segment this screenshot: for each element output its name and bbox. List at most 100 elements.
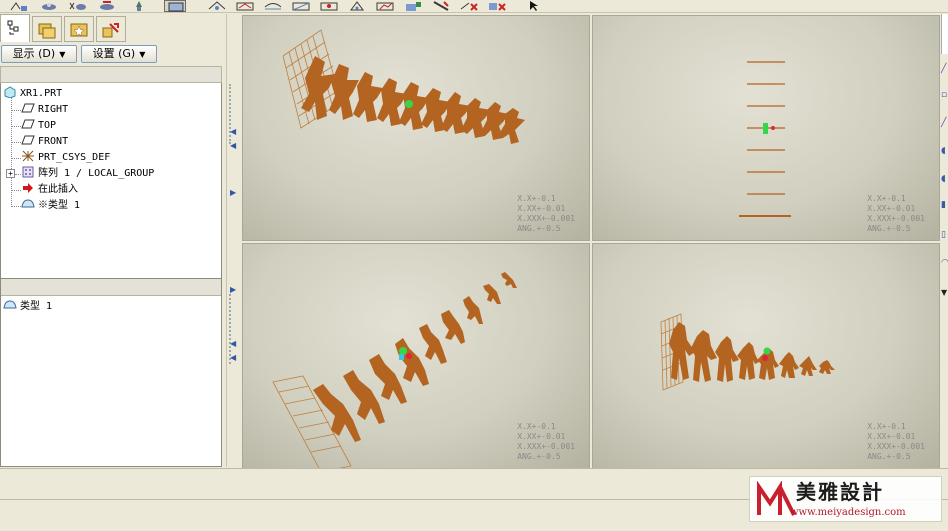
tree-connector — [11, 110, 21, 111]
viewport-bottom-right[interactable]: X.X+-0.1 X.XX+-0.01 X.XXX+-0.001 ANG.+-0… — [592, 243, 940, 469]
chevron-down-icon[interactable]: ▼ — [941, 288, 948, 298]
graphics-area[interactable]: X.X+-0.1 X.XX+-0.01 X.XXX+-0.001 ANG.+-0… — [240, 14, 940, 469]
feature-toolbar: ╱ ▫ ╱ ◖ ◖ ▮ ▯ ◠ ▼ — [940, 14, 948, 468]
toolbar-button[interactable] — [262, 0, 284, 12]
expand-toggle[interactable]: + — [6, 169, 15, 178]
tree-item-front[interactable]: FRONT — [21, 134, 68, 150]
toolbar-button[interactable]: ◖ — [941, 174, 948, 184]
toolbar-button[interactable]: ▯ — [941, 230, 948, 240]
csys-marker — [771, 126, 775, 130]
tolerance-line: X.XX+-0.01 — [517, 204, 566, 213]
toolbar-button[interactable] — [346, 0, 368, 12]
figure-sequence — [313, 272, 517, 442]
tolerance-legend: X.X+-0.1 X.XX+-0.01 X.XXX+-0.001 ANG.+-0… — [517, 422, 575, 462]
show-dropdown-label: 显示 (D) — [12, 47, 56, 60]
toolbar-button[interactable] — [290, 0, 312, 12]
tab-folder-browser[interactable] — [32, 16, 62, 42]
tolerance-line: X.X+-0.1 — [867, 422, 906, 431]
toolbar-button[interactable]: ◠ — [941, 258, 948, 268]
folder-icon — [38, 23, 56, 39]
tree-column-header[interactable] — [0, 66, 222, 83]
collapse-left-icon[interactable]: ◀ — [230, 142, 238, 150]
figure-sequence — [669, 322, 835, 382]
part-icon — [3, 86, 17, 98]
watermark-url: www.meiyadesign.com — [790, 507, 906, 518]
toolbar-button[interactable] — [66, 0, 88, 12]
list-item-surface[interactable]: 类型 1 — [3, 299, 52, 315]
expand-right-icon[interactable]: ▶ — [230, 286, 238, 294]
tolerance-legend: X.X+-0.1 X.XX+-0.01 X.XXX+-0.001 ANG.+-0… — [867, 194, 925, 234]
favorites-icon — [70, 23, 88, 37]
datum-plane-icon — [21, 134, 35, 146]
detail-list-header[interactable] — [1, 279, 221, 296]
tree-item-top[interactable]: TOP — [21, 118, 56, 134]
toolbar-button[interactable] — [430, 0, 452, 12]
tree-item-pattern[interactable]: + 阵列 1 / LOCAL_GROUP — [6, 166, 154, 182]
toolbar-button[interactable] — [96, 0, 118, 12]
toolbar-button[interactable]: ╱ — [941, 118, 948, 128]
figure-sequence — [301, 56, 525, 144]
tree-connector — [11, 190, 21, 191]
tree-item-part[interactable]: XR1.PRT — [3, 86, 62, 102]
collapse-left-icon[interactable]: ◀ — [230, 340, 238, 348]
panel-splitter[interactable]: ◀ ◀ ▶ ▶ ◀ ◀ — [226, 14, 240, 467]
tree-item-surface[interactable]: ※类型 1 — [21, 198, 80, 214]
toolbar-button[interactable] — [234, 0, 256, 12]
collapse-left-icon[interactable]: ◀ — [230, 354, 238, 362]
csys-marker — [399, 347, 407, 355]
tree-item-label: 阵列 1 / LOCAL_GROUP — [38, 168, 155, 179]
toolbar-button[interactable] — [941, 14, 948, 54]
viewport-bottom-left[interactable]: X.X+-0.1 X.XX+-0.01 X.XXX+-0.001 ANG.+-0… — [242, 243, 590, 469]
model-tree-panel: 显示 (D) ▼ 设置 (G) ▼ XR1.PRT RIGHT TOP FRON… — [0, 42, 224, 467]
tree-item-label: PRT_CSYS_DEF — [38, 152, 111, 163]
toolbar-button[interactable] — [8, 0, 30, 12]
settings-dropdown-label: 设置 (G) — [92, 47, 136, 60]
sketch-tool-icon[interactable]: ╱ — [941, 64, 948, 74]
datum-plane-icon — [21, 102, 35, 114]
show-dropdown[interactable]: 显示 (D) ▼ — [1, 45, 77, 63]
csys-marker — [763, 123, 768, 134]
csys-marker — [763, 347, 771, 355]
tolerance-line: X.X+-0.1 — [867, 194, 906, 203]
settings-dropdown[interactable]: 设置 (G) ▼ — [81, 45, 157, 63]
toolbar-button[interactable] — [486, 0, 508, 12]
watermark: 美雅設計 www.meiyadesign.com — [749, 476, 942, 522]
model-tree-icon — [7, 20, 19, 35]
model-tree[interactable]: XR1.PRT RIGHT TOP FRONT PRT_CSYS_DEF + 阵列… — [0, 83, 222, 294]
tolerance-line: X.X+-0.1 — [517, 422, 556, 431]
toolbar-button[interactable] — [318, 0, 340, 12]
toolbar-button[interactable] — [38, 0, 60, 12]
tree-item-right[interactable]: RIGHT — [21, 102, 68, 118]
expand-right-icon[interactable]: ▶ — [230, 189, 238, 197]
collapse-left-icon[interactable]: ◀ — [230, 128, 238, 136]
viewport-top-left[interactable]: X.X+-0.1 X.XX+-0.01 X.XXX+-0.001 ANG.+-0… — [242, 15, 590, 241]
tab-favorites[interactable] — [64, 16, 94, 42]
toolbar-button[interactable] — [128, 0, 150, 12]
toolbar-button[interactable] — [374, 0, 396, 12]
toolbar-button[interactable] — [458, 0, 480, 12]
detail-list[interactable]: 类型 1 — [0, 278, 222, 467]
toolbar-button[interactable] — [206, 0, 228, 12]
main-toolbar — [0, 0, 948, 13]
toolbar-button[interactable] — [164, 0, 186, 12]
tolerance-line: X.XX+-0.01 — [867, 432, 916, 441]
tree-item-insert-here[interactable]: 在此插入 — [21, 182, 78, 198]
tree-item-csys[interactable]: PRT_CSYS_DEF — [21, 150, 110, 166]
viewport-top-right[interactable]: X.X+-0.1 X.XX+-0.01 X.XXX+-0.001 ANG.+-0… — [592, 15, 940, 241]
tolerance-line: ANG.+-0.5 — [867, 224, 911, 233]
tree-connector — [11, 142, 21, 143]
tolerance-line: X.XX+-0.01 — [867, 204, 916, 213]
csys-marker — [399, 354, 404, 360]
tolerance-line: X.XXX+-0.001 — [517, 442, 575, 451]
surface-icon — [3, 299, 17, 311]
toolbar-button[interactable]: ▮ — [941, 200, 948, 210]
csys-marker — [762, 355, 768, 361]
csys-marker — [405, 100, 413, 108]
tab-model-tree[interactable] — [0, 14, 30, 43]
toolbar-button[interactable]: ▫ — [941, 90, 948, 100]
tab-connections[interactable] — [96, 16, 126, 42]
toolbar-button[interactable]: ◖ — [941, 146, 948, 156]
toolbar-button[interactable] — [402, 0, 424, 12]
select-arrow-button[interactable] — [526, 0, 548, 12]
tree-connector — [11, 126, 21, 127]
